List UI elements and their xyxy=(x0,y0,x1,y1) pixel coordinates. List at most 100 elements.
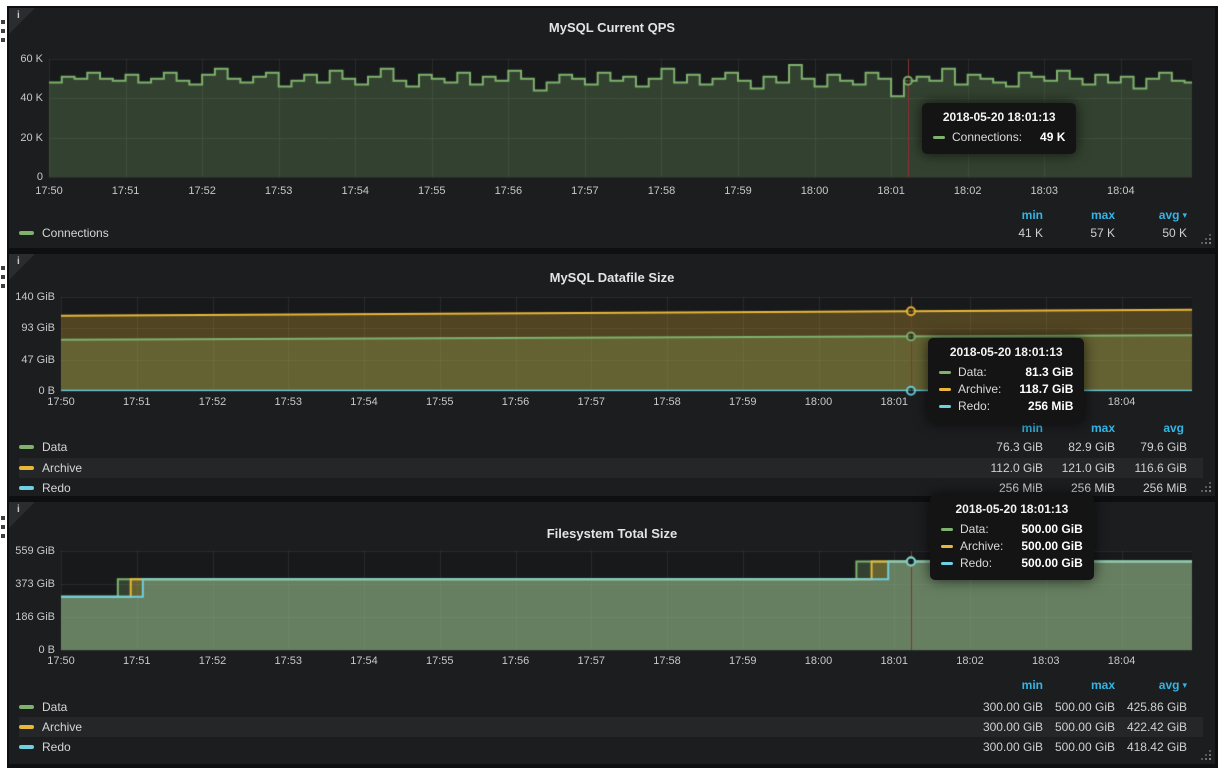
legend-header: min max avg▾ xyxy=(971,678,1203,692)
crosshair-tooltip-qps: 2018-05-20 18:01:13 Connections: 49 K xyxy=(922,103,1076,154)
y-tick-label: 373 GiB xyxy=(0,578,55,590)
legend-max-value: 121.0 GiB xyxy=(1043,461,1115,475)
tooltip-series-value: 256 MiB xyxy=(1010,398,1073,415)
legend-sort-avg[interactable]: avg xyxy=(1115,421,1187,435)
panel-resize-handle[interactable] xyxy=(1200,481,1212,493)
x-tick-label: 17:52 xyxy=(199,655,227,667)
panel-title[interactable]: MySQL Current QPS xyxy=(9,20,1215,35)
x-tick-label: 18:01 xyxy=(877,185,905,197)
x-tick-label: 17:58 xyxy=(653,396,681,408)
legend-series-name[interactable]: Archive xyxy=(42,720,82,734)
legend-sort-min[interactable]: min xyxy=(971,678,1043,692)
x-tick-label: 18:00 xyxy=(801,185,829,197)
series-color-dash xyxy=(19,486,34,490)
legend-sort-max[interactable]: max xyxy=(1043,678,1115,692)
legend-series-name[interactable]: Data xyxy=(42,440,67,454)
legend-min-value: 300.00 GiB xyxy=(971,700,1043,714)
x-tick-label: 17:58 xyxy=(653,655,681,667)
y-tick-label: 20 K xyxy=(0,132,43,144)
legend-sort-max[interactable]: max xyxy=(1043,208,1115,222)
y-tick-label: 186 GiB xyxy=(0,611,55,623)
tooltip-row: Data: 81.3 GiB xyxy=(939,364,1073,381)
panel-info-corner[interactable] xyxy=(9,502,35,528)
crosshair-tooltip-filesystem: 2018-05-20 18:01:13 Data: 500.00 GiB Arc… xyxy=(930,495,1094,580)
y-tick-label: 40 K xyxy=(0,92,43,104)
tooltip-series-value: 500.00 GiB xyxy=(1003,555,1082,572)
x-tick-label: 18:02 xyxy=(954,185,982,197)
x-tick-label: 18:03 xyxy=(1030,185,1058,197)
x-tick-label: 17:55 xyxy=(426,396,454,408)
x-tick-label: 17:53 xyxy=(274,396,302,408)
legend-series-name[interactable]: Redo xyxy=(42,740,71,754)
x-tick-label: 17:54 xyxy=(350,655,378,667)
legend-series-name[interactable]: Connections xyxy=(42,226,109,240)
x-tick-label: 17:55 xyxy=(418,185,446,197)
series-color-dash xyxy=(19,231,34,235)
legend-avg-value: 50 K xyxy=(1115,226,1187,240)
series-color-dash xyxy=(939,371,951,374)
x-tick-label: 17:51 xyxy=(123,396,151,408)
series-color-dash xyxy=(19,725,34,729)
legend-row-data: Data 300.00 GiB 500.00 GiB 425.86 GiB xyxy=(19,697,1203,717)
page-edge-dots xyxy=(1,516,5,520)
tooltip-series-value: 500.00 GiB xyxy=(1003,521,1082,538)
tooltip-series-label: Data: xyxy=(958,364,987,381)
y-tick-label: 559 GiB xyxy=(0,545,55,557)
x-tick-label: 18:00 xyxy=(805,396,833,408)
legend-series-name[interactable]: Redo xyxy=(42,481,71,495)
panel-resize-handle[interactable] xyxy=(1200,233,1212,245)
x-tick-label: 17:51 xyxy=(112,185,140,197)
tooltip-series-value: 49 K xyxy=(1022,129,1065,146)
x-tick-label: 17:59 xyxy=(729,655,757,667)
x-tick-label: 17:55 xyxy=(426,655,454,667)
series-color-dash xyxy=(939,405,951,408)
x-tick-label: 17:59 xyxy=(724,185,752,197)
sort-caret-icon: ▾ xyxy=(1182,210,1187,221)
tooltip-series-label: Archive: xyxy=(960,538,1003,555)
x-tick-label: 17:57 xyxy=(578,655,606,667)
x-tick-label: 17:59 xyxy=(729,396,757,408)
legend-min-value: 41 K xyxy=(971,226,1043,240)
y-tick-label: 0 xyxy=(0,171,43,183)
panel-title[interactable]: MySQL Datafile Size xyxy=(9,270,1215,285)
x-tick-label: 17:52 xyxy=(188,185,216,197)
legend-sort-min[interactable]: min xyxy=(971,208,1043,222)
legend-sort-max[interactable]: max xyxy=(1043,421,1115,435)
grafana-dashboard: i MySQL Current QPS 60 K 40 K 20 K 0 17:… xyxy=(7,6,1218,768)
series-color-dash xyxy=(941,545,953,548)
legend-avg-value: 418.42 GiB xyxy=(1115,740,1187,754)
legend-max-value: 500.00 GiB xyxy=(1043,740,1115,754)
x-tick-label: 18:03 xyxy=(1032,655,1060,667)
series-color-dash xyxy=(19,745,34,749)
series-color-dash xyxy=(19,466,34,470)
legend-max-value: 500.00 GiB xyxy=(1043,720,1115,734)
tooltip-row: Archive: 118.7 GiB xyxy=(939,381,1073,398)
legend-sort-min[interactable]: min xyxy=(971,421,1043,435)
tooltip-row: Data: 500.00 GiB xyxy=(941,521,1083,538)
y-tick-label: 93 GiB xyxy=(0,322,55,334)
legend-sort-avg[interactable]: avg▾ xyxy=(1115,208,1187,222)
tooltip-row: Redo: 256 MiB xyxy=(939,398,1073,415)
x-tick-label: 17:57 xyxy=(571,185,599,197)
panel-resize-handle[interactable] xyxy=(1200,749,1212,761)
tooltip-series-value: 81.3 GiB xyxy=(1007,364,1073,381)
legend-avg-value: 116.6 GiB xyxy=(1115,461,1187,475)
tooltip-row: Redo: 500.00 GiB xyxy=(941,555,1083,572)
info-icon: i xyxy=(17,504,20,515)
legend-series-name[interactable]: Data xyxy=(42,700,67,714)
legend-sort-avg[interactable]: avg▾ xyxy=(1115,678,1187,692)
legend-series-name[interactable]: Archive xyxy=(42,461,82,475)
x-tick-label: 17:53 xyxy=(265,185,293,197)
legend-min-value: 76.3 GiB xyxy=(971,440,1043,454)
legend-min-value: 300.00 GiB xyxy=(971,740,1043,754)
series-color-dash xyxy=(19,705,34,709)
sort-caret-icon: ▾ xyxy=(1182,680,1187,691)
info-icon: i xyxy=(17,256,20,267)
series-color-dash xyxy=(941,562,953,565)
legend-max-value: 500.00 GiB xyxy=(1043,700,1115,714)
page-edge-dots xyxy=(1,266,5,270)
x-tick-label: 17:53 xyxy=(274,655,302,667)
x-tick-label: 17:54 xyxy=(350,396,378,408)
legend-max-value: 82.9 GiB xyxy=(1043,440,1115,454)
legend-avg-value: 79.6 GiB xyxy=(1115,440,1187,454)
